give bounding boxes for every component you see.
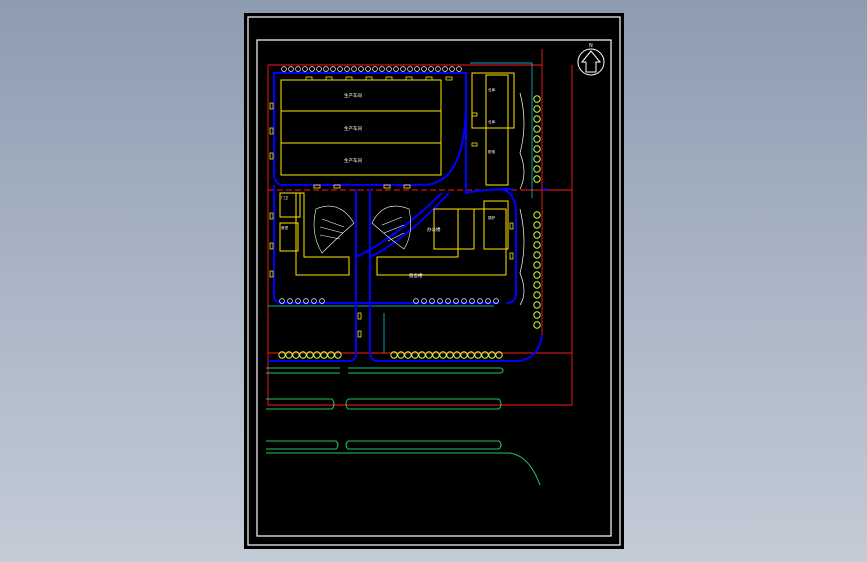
- site-plan-drawing: N 生产车间 生产车间 生产车间 办公楼 宿舍楼 仓库 仓库 配电 锅炉 门卫 …: [247, 16, 621, 546]
- drawing-sheet: N 生产车间 生产车间 生产车间 办公楼 宿舍楼 仓库 仓库 配电 锅炉 门卫 …: [244, 13, 624, 549]
- label-office: 办公楼: [427, 226, 441, 233]
- label-canteen: 食堂: [281, 225, 289, 230]
- west-wing: [295, 192, 350, 276]
- tree-row-east-upper: [533, 95, 541, 183]
- external-roads: [266, 367, 541, 486]
- buildings: [279, 72, 515, 276]
- label-workshop-3: 生产车间: [344, 157, 362, 164]
- label-side-3: 配电: [488, 149, 496, 154]
- label-side-4: 锅炉: [488, 215, 496, 220]
- label-gate: 门卫: [281, 195, 289, 200]
- label-side-2: 仓库: [488, 119, 496, 124]
- annex-block: [483, 200, 509, 250]
- cad-viewport[interactable]: N 生产车间 生产车间 生产车间 办公楼 宿舍楼 仓库 仓库 配电 锅炉 门卫 …: [0, 0, 867, 562]
- label-workshop-2: 生产车间: [344, 125, 362, 132]
- outer-frame: [247, 16, 621, 546]
- label-dorm: 宿舍楼: [409, 272, 423, 279]
- label-workshop-1: 生产车间: [344, 92, 362, 99]
- tree-row-east-lower: [533, 211, 541, 329]
- label-side-1: 仓库: [488, 87, 496, 92]
- property-lines: [267, 49, 573, 406]
- tree-rows[interactable]: [278, 95, 541, 359]
- parking-marks: [269, 76, 514, 338]
- north-label: N: [589, 43, 593, 49]
- utility-lines: [268, 62, 533, 353]
- central-plaza: [313, 205, 411, 254]
- inner-frame: [256, 39, 612, 537]
- north-arrow-icon: [577, 48, 605, 76]
